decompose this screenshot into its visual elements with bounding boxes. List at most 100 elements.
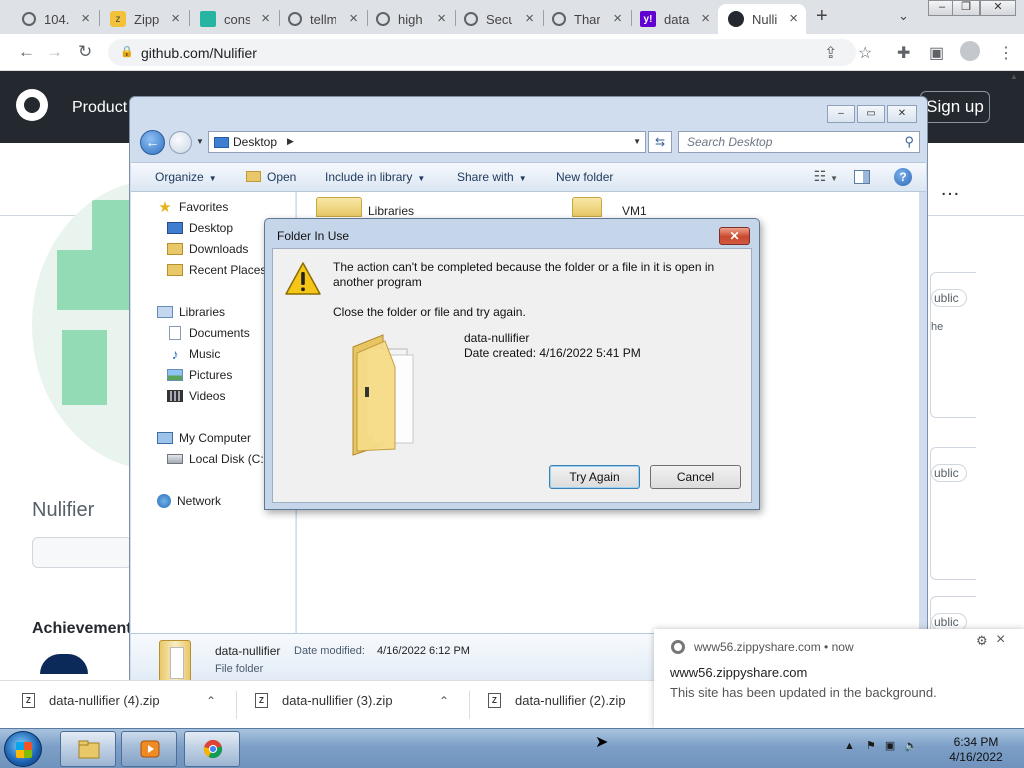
- chrome-menu-icon[interactable]: ⋮: [998, 43, 1014, 63]
- share-with-button[interactable]: Share with ▼: [457, 170, 527, 184]
- close-tab-icon[interactable]: ×: [437, 10, 446, 27]
- libraries-folder-icon[interactable]: [316, 197, 362, 217]
- search-input[interactable]: [679, 132, 889, 152]
- nav-desktop[interactable]: Desktop: [167, 221, 233, 235]
- scroll-up-arrow-icon[interactable]: ▲: [1010, 72, 1018, 81]
- download-item[interactable]: Z data-nullifier (3).zip ⌃: [255, 693, 449, 708]
- explorer-window-controls: ‒ ▭ ✕: [827, 105, 917, 123]
- vm1-folder-icon[interactable]: [572, 197, 602, 217]
- file-item-vm1[interactable]: VM1: [622, 204, 647, 218]
- tab-9-active[interactable]: Nulli ×: [718, 4, 806, 34]
- close-tab-icon[interactable]: ×: [701, 10, 710, 27]
- tab-3[interactable]: cons ×: [190, 4, 278, 34]
- taskbar-clock[interactable]: 6:34 PM 4/16/2022: [944, 735, 1008, 765]
- more-options-icon[interactable]: …: [940, 178, 961, 201]
- close-tab-icon[interactable]: ×: [261, 10, 270, 27]
- nav-favorites[interactable]: ★ Favorites: [157, 199, 228, 216]
- nav-recent-places[interactable]: Recent Places: [167, 263, 266, 277]
- address-bar[interactable]: Desktop ▶ ▼: [208, 131, 646, 153]
- search-icon[interactable]: ⚲: [904, 134, 914, 150]
- download-item[interactable]: Z data-nullifier (2).zip: [488, 693, 626, 708]
- repo-card[interactable]: ublic: [930, 447, 976, 580]
- reload-icon[interactable]: ↻: [78, 42, 92, 62]
- chevron-up-icon[interactable]: ⌃: [439, 694, 449, 708]
- try-again-button[interactable]: Try Again: [549, 465, 640, 489]
- show-hidden-icons[interactable]: ▲: [844, 740, 855, 752]
- open-button[interactable]: Open: [246, 170, 296, 184]
- tab-5[interactable]: high ×: [366, 4, 454, 34]
- nav-videos[interactable]: Videos: [167, 389, 225, 403]
- explorer-close-button[interactable]: ✕: [887, 105, 917, 123]
- download-item[interactable]: Z data-nullifier (4).zip ⌃: [22, 693, 216, 708]
- start-button[interactable]: [4, 731, 42, 767]
- close-tab-icon[interactable]: ×: [349, 10, 358, 27]
- nav-libraries[interactable]: Libraries: [157, 305, 225, 319]
- forward-button[interactable]: [169, 131, 192, 154]
- extensions-puzzle-icon[interactable]: ✚: [897, 43, 910, 63]
- volume-icon[interactable]: 🔈: [904, 740, 918, 752]
- product-menu[interactable]: Product: [72, 99, 127, 117]
- close-tab-icon[interactable]: ×: [613, 10, 622, 27]
- dialog-close-button[interactable]: ✕: [719, 227, 750, 245]
- nav-my-computer[interactable]: My Computer: [157, 431, 251, 445]
- organize-button[interactable]: Organize ▼: [155, 170, 217, 184]
- close-tab-icon[interactable]: ×: [789, 10, 798, 27]
- address-bar[interactable]: 🔒 github.com/Nulifier: [108, 39, 856, 66]
- preview-pane-icon[interactable]: [854, 170, 870, 184]
- restore-button[interactable]: ❐: [952, 0, 980, 16]
- tab-4[interactable]: tellm ×: [278, 4, 366, 34]
- close-notification-icon[interactable]: ×: [996, 631, 1005, 649]
- close-tab-icon[interactable]: ×: [81, 10, 90, 27]
- help-icon[interactable]: ?: [894, 168, 912, 186]
- tab-search-icon[interactable]: ⌄: [898, 8, 909, 24]
- network-icon[interactable]: ▣: [885, 740, 895, 752]
- file-item-libraries[interactable]: Libraries: [368, 204, 414, 218]
- nav-downloads[interactable]: Downloads: [167, 242, 248, 256]
- tab-6[interactable]: Secu ×: [454, 4, 542, 34]
- address-desktop-crumb[interactable]: Desktop: [233, 135, 277, 149]
- gear-icon[interactable]: ⚙: [976, 633, 988, 649]
- follow-button[interactable]: [32, 537, 132, 568]
- nav-music[interactable]: ♪ Music: [167, 346, 221, 362]
- github-logo-icon[interactable]: [16, 89, 48, 121]
- bookmark-star-icon[interactable]: ☆: [858, 43, 872, 63]
- change-view-icon[interactable]: ☷ ▼: [814, 168, 838, 185]
- refresh-icon[interactable]: ⇆: [648, 131, 672, 153]
- tab-1[interactable]: 104. ×: [12, 4, 98, 34]
- new-folder-button[interactable]: New folder: [556, 170, 613, 184]
- taskbar-explorer[interactable]: [60, 731, 116, 767]
- nav-pictures[interactable]: Pictures: [167, 368, 232, 382]
- tab-2[interactable]: z Zipp ×: [100, 4, 188, 34]
- tab-8[interactable]: y! data ×: [630, 4, 718, 34]
- cancel-button[interactable]: Cancel: [650, 465, 741, 489]
- action-center-flag-icon[interactable]: ⚑: [866, 740, 876, 752]
- back-arrow-icon[interactable]: ←: [18, 42, 35, 62]
- close-window-button[interactable]: ✕: [980, 0, 1016, 16]
- share-icon[interactable]: ⇪: [824, 43, 837, 63]
- chevron-up-icon[interactable]: ⌃: [206, 694, 216, 708]
- tab-7[interactable]: Thar ×: [542, 4, 630, 34]
- breadcrumb-arrow-icon[interactable]: ▶: [287, 136, 294, 147]
- explorer-minimize-button[interactable]: ‒: [827, 105, 855, 123]
- browser-notification[interactable]: www56.zippyshare.com • now ⚙ × www56.zip…: [654, 629, 1024, 728]
- taskbar-media-player[interactable]: [121, 731, 177, 767]
- profile-avatar-icon[interactable]: [960, 41, 980, 61]
- include-in-library-button[interactable]: Include in library ▼: [325, 170, 425, 184]
- side-panel-icon[interactable]: ▣: [929, 43, 944, 63]
- explorer-maximize-button[interactable]: ▭: [857, 105, 885, 123]
- repo-card[interactable]: ublic he: [930, 272, 976, 418]
- nav-network[interactable]: Network: [157, 494, 221, 508]
- close-tab-icon[interactable]: ×: [525, 10, 534, 27]
- nav-documents[interactable]: Documents: [167, 326, 250, 340]
- forward-arrow-icon[interactable]: →: [46, 42, 63, 62]
- address-dropdown-icon[interactable]: ▼: [633, 137, 641, 146]
- achievement-badge[interactable]: [40, 654, 88, 674]
- close-tab-icon[interactable]: ×: [171, 10, 180, 27]
- taskbar-chrome[interactable]: [184, 731, 240, 767]
- back-button[interactable]: ←: [140, 130, 165, 155]
- search-box[interactable]: ⚲: [678, 131, 920, 153]
- new-tab-button[interactable]: +: [816, 5, 828, 28]
- sign-up-button[interactable]: Sign up: [920, 91, 990, 123]
- nav-local-disk[interactable]: Local Disk (C:): [167, 452, 268, 466]
- recent-pages-dropdown-icon[interactable]: ▼: [196, 137, 204, 146]
